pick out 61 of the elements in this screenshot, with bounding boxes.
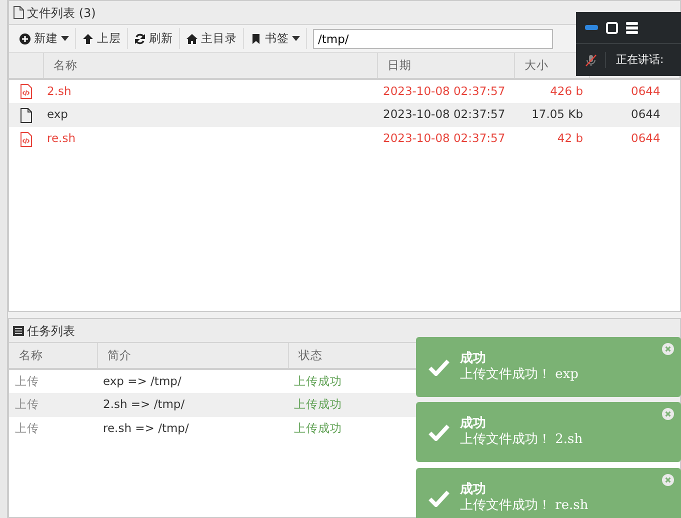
task-status: 上传成功 [294,374,342,388]
file-date: 2023-10-08 02:37:57 [383,107,506,122]
toast-title: 成功 [460,416,487,432]
panel-title: 任务列表 [27,322,75,340]
document-icon [13,6,24,19]
task-status: 上传成功 [294,397,342,412]
up-arrow-icon [82,32,94,44]
file-size: 42 b [557,131,583,146]
window-icon [606,22,618,34]
close-icon[interactable] [662,343,674,355]
file-date: 2023-10-08 02:37:57 [383,84,506,98]
task-summary: 2.sh => /tmp/ [103,397,185,412]
toast-title: 成功 [460,350,487,367]
refresh-icon [134,32,146,44]
file-name[interactable]: re.sh [47,131,76,146]
file-size: 426 b [550,84,583,98]
task-summary: exp => /tmp/ [103,374,182,388]
close-icon[interactable] [662,474,674,486]
column-header[interactable]: 名称 [54,58,78,72]
task-name: 上传 [15,421,39,436]
code-file-icon [20,84,32,100]
path-field[interactable]: /tmp/ [313,28,553,48]
toolbar-button[interactable]: 新建 [13,28,76,50]
check-icon [428,358,450,376]
file-permission: 0644 [631,107,660,122]
toast-message: 上传文件成功！ re.sh [460,498,588,514]
toolbar-button[interactable]: 主目录 [180,28,244,50]
code-file-icon [20,132,32,147]
list-icon [13,326,24,336]
column-header[interactable]: 日期 [388,58,412,72]
toast-message: 上传文件成功！ exp [460,367,578,384]
task-name: 上传 [15,397,39,412]
column-header[interactable]: 状态 [298,348,322,362]
document-icon [20,108,32,123]
home-icon [186,32,198,44]
toolbar-button[interactable]: 上层 [76,28,128,50]
toast-message: 上传文件成功！ 2.sh [460,432,583,448]
task-status: 上传成功 [294,421,342,436]
toolbar-button[interactable]: 书签 [244,28,307,50]
voice-status: 正在讲话: [605,52,664,68]
bookmark-icon [250,32,262,44]
column-header[interactable]: 大小 [524,58,548,72]
panel-title: 文件列表 (3) [27,4,96,22]
column-header[interactable]: 简介 [108,348,132,362]
check-icon [428,490,450,506]
file-permission: 0644 [631,84,660,98]
task-name: 上传 [15,374,39,388]
plus-circle-icon [19,32,31,44]
check-icon [428,424,450,440]
minimize-icon [585,25,598,30]
menu-icon [626,22,638,34]
file-name[interactable]: exp [47,107,68,122]
toolbar-button[interactable]: 刷新 [128,28,180,50]
file-date: 2023-10-08 02:37:57 [383,131,506,146]
file-size: 17.05 Kb [532,107,583,122]
column-header[interactable]: 名称 [19,348,43,362]
task-summary: re.sh => /tmp/ [103,421,189,436]
close-icon[interactable] [662,408,674,420]
file-name[interactable]: 2.sh [47,84,72,98]
toast-title: 成功 [460,482,487,498]
file-permission: 0644 [631,131,660,146]
